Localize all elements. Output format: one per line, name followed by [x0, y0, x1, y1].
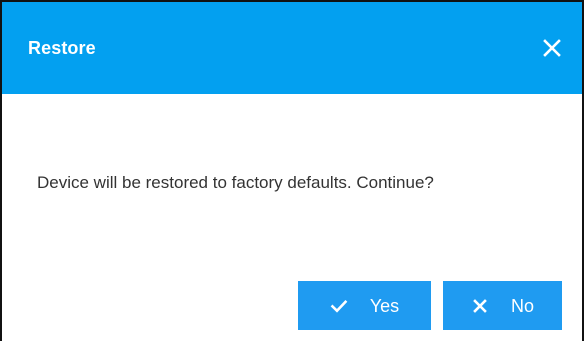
- dialog-header: Restore: [2, 2, 582, 94]
- dialog-title: Restore: [28, 38, 96, 58]
- yes-button-label: Yes: [369, 295, 400, 316]
- close-icon: [471, 297, 489, 315]
- dialog-message: Device will be restored to factory defau…: [37, 173, 434, 192]
- restore-dialog: Restore Device will be restored to facto…: [0, 0, 584, 341]
- check-icon: [330, 297, 348, 315]
- close-button[interactable]: [540, 36, 564, 60]
- no-button-label: No: [510, 295, 534, 316]
- close-icon: [540, 36, 564, 60]
- yes-button[interactable]: Yes: [298, 281, 431, 330]
- no-button[interactable]: No: [443, 281, 562, 330]
